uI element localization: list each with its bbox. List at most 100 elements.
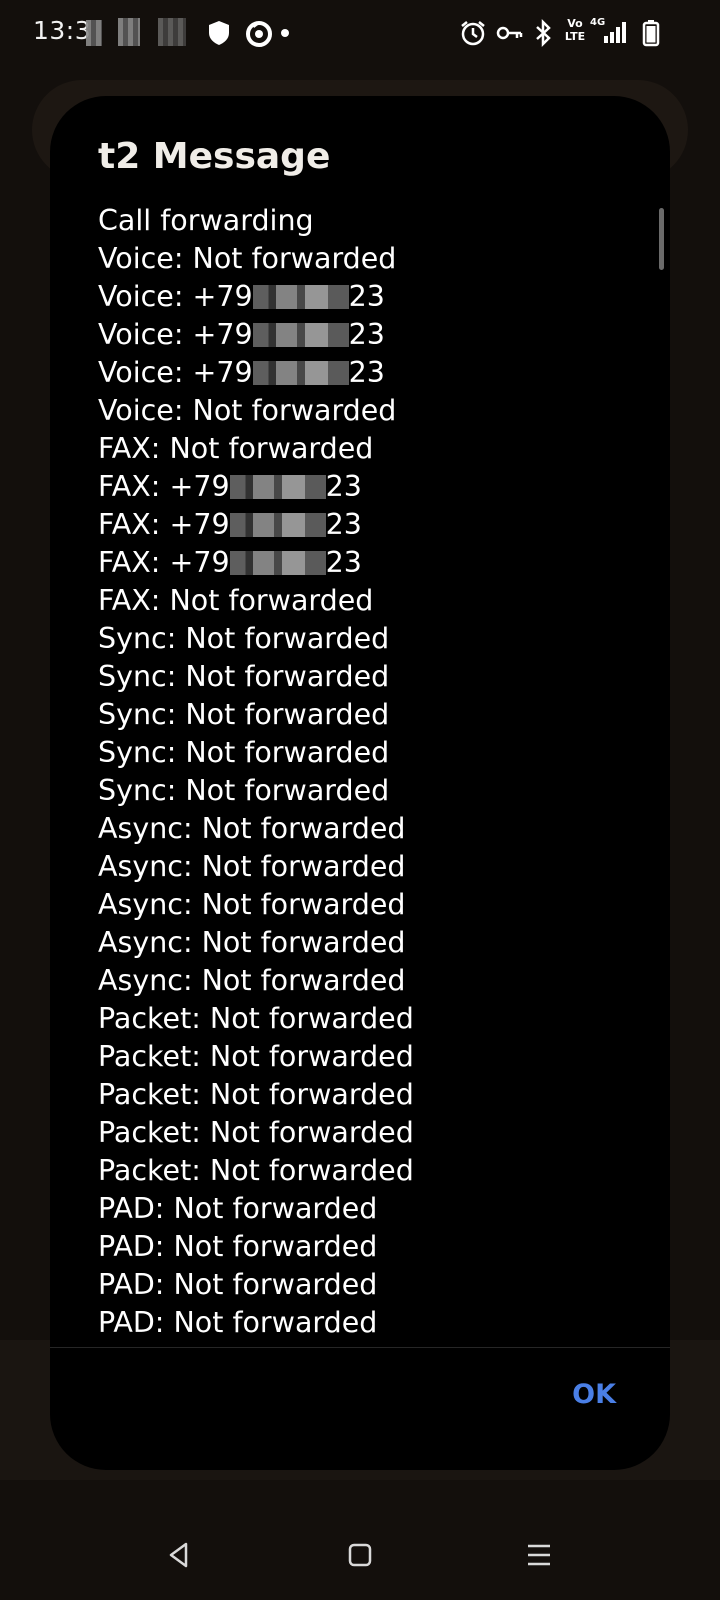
message-line-text: Packet: Not forwarded (98, 1040, 414, 1073)
home-button[interactable] (335, 1530, 385, 1580)
message-line: Sync: Not forwarded (98, 658, 638, 696)
message-line: PAD: Not forwarded (98, 1190, 638, 1228)
message-line: Sync: Not forwarded (98, 734, 638, 772)
redacted-number (252, 323, 349, 347)
message-line-text: Voice: +79 (98, 318, 253, 351)
message-line: Voice: +79 23 (98, 278, 638, 316)
message-line-text: Async: Not forwarded (98, 850, 406, 883)
message-line-text: Sync: Not forwarded (98, 660, 390, 693)
redacted-number (229, 475, 326, 499)
screen: 13:3 Vo LTE 4G t2 Message Call forwardin… (0, 0, 720, 1600)
message-line: Packet: Not forwarded (98, 1152, 638, 1190)
message-line-text: Async: Not forwarded (98, 888, 406, 921)
back-icon (169, 1542, 188, 1568)
volte-icon: Vo LTE (564, 17, 586, 43)
message-line: Voice: Not forwarded (98, 240, 638, 278)
message-line: Packet: Not forwarded (98, 1076, 638, 1114)
redacted-number (229, 513, 326, 537)
message-line-text: Sync: Not forwarded (98, 774, 390, 807)
message-line: Async: Not forwarded (98, 886, 638, 924)
message-line-text: PAD: Not forwarded (98, 1268, 378, 1301)
message-line-text: FAX: +79 (98, 508, 230, 541)
message-line-text: Voice: +79 (98, 280, 253, 313)
message-line-text: FAX: +79 (98, 470, 230, 503)
message-line-suffix: 23 (325, 508, 362, 541)
message-line-suffix: 23 (348, 280, 385, 313)
message-line: Voice: +79 23 (98, 316, 638, 354)
message-line-text: Voice: Not forwarded (98, 242, 397, 275)
message-line: Async: Not forwarded (98, 810, 638, 848)
message-line-text: Async: Not forwarded (98, 812, 406, 845)
message-line-text: Async: Not forwarded (98, 964, 406, 997)
message-line: Async: Not forwarded (98, 924, 638, 962)
battery-icon (642, 20, 660, 47)
image-icon (158, 18, 186, 46)
message-line-text: Sync: Not forwarded (98, 622, 390, 655)
vpn-key-icon (496, 26, 523, 40)
bluetooth-icon (536, 18, 551, 48)
firefox-icon (246, 21, 272, 47)
message-line: Async: Not forwarded (98, 962, 638, 1000)
message-line: FAX: Not forwarded (98, 430, 638, 468)
message-line: FAX: Not forwarded (98, 582, 638, 620)
message-line-suffix: 23 (348, 318, 385, 351)
message-line: FAX: +79 23 (98, 544, 638, 582)
message-line-text: Sync: Not forwarded (98, 698, 390, 731)
message-line: Voice: +79 23 (98, 354, 638, 392)
message-line: PAD: Not forwarded (98, 1304, 638, 1342)
message-line: PAD: Not forwarded (98, 1266, 638, 1304)
alarm-icon (461, 21, 485, 46)
message-line-text: PAD: Not forwarded (98, 1306, 378, 1339)
message-line-text: FAX: Not forwarded (98, 432, 374, 465)
signal-icon (604, 22, 626, 43)
dialog-divider (50, 1347, 670, 1348)
message-line: Sync: Not forwarded (98, 696, 638, 734)
message-line: PAD: Not forwarded (98, 1228, 638, 1266)
shield-icon (209, 21, 229, 45)
message-line-text: Voice: Not forwarded (98, 394, 397, 427)
message-line-text: PAD: Not forwarded (98, 1192, 378, 1225)
message-line-suffix: 23 (325, 546, 362, 579)
message-dialog: t2 Message Call forwarding Voice: Not for… (50, 96, 670, 1470)
status-bar: 13:3 Vo LTE 4G (0, 0, 720, 64)
message-line: Packet: Not forwarded (98, 1000, 638, 1038)
ok-button[interactable]: OK (526, 1362, 616, 1426)
home-icon (348, 1543, 372, 1567)
recents-icon (528, 1544, 550, 1566)
message-line-text: Sync: Not forwarded (98, 736, 390, 769)
redacted-number (252, 361, 349, 385)
message-body[interactable]: Call forwarding Voice: Not forwarded Voice… (98, 202, 638, 1442)
status-time: 13:3 (33, 16, 92, 45)
message-line-suffix: 23 (325, 470, 362, 503)
message-line-text: FAX: +79 (98, 546, 230, 579)
message-line: Async: Not forwarded (98, 848, 638, 886)
dot-icon (281, 29, 289, 37)
navigation-bar (0, 1510, 720, 1600)
back-button[interactable] (154, 1530, 204, 1580)
message-line: Call forwarding (98, 202, 638, 240)
message-line: Packet: Not forwarded (98, 1038, 638, 1076)
message-line-text: Call forwarding (98, 204, 314, 237)
pixelated-digit (86, 20, 102, 46)
message-line: Sync: Not forwarded (98, 772, 638, 810)
message-line-text: Packet: Not forwarded (98, 1154, 414, 1187)
message-line-text: FAX: Not forwarded (98, 584, 374, 617)
message-line: Packet: Not forwarded (98, 1114, 638, 1152)
recents-button[interactable] (514, 1530, 564, 1580)
message-line: FAX: +79 23 (98, 506, 638, 544)
scrollbar[interactable] (659, 208, 664, 270)
redacted-number (252, 285, 349, 309)
redacted-number (229, 551, 326, 575)
message-line-suffix: 23 (348, 356, 385, 389)
message-line-text: Packet: Not forwarded (98, 1002, 414, 1035)
message-line: Voice: Not forwarded (98, 392, 638, 430)
message-line-text: Voice: +79 (98, 356, 253, 389)
message-line-text: PAD: Not forwarded (98, 1230, 378, 1263)
message-line-text: Async: Not forwarded (98, 926, 406, 959)
message-line-text: Packet: Not forwarded (98, 1078, 414, 1111)
image-icon (118, 18, 140, 46)
dialog-title: t2 Message (98, 136, 331, 177)
message-line: Sync: Not forwarded (98, 620, 638, 658)
message-line-text: Packet: Not forwarded (98, 1116, 414, 1149)
message-line: FAX: +79 23 (98, 468, 638, 506)
